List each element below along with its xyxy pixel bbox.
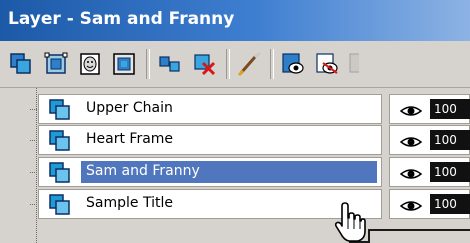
layer-name-box[interactable]: Heart Frame [81,129,377,151]
delete-layer-icon[interactable] [191,51,217,77]
toolbar-separator [226,49,230,79]
layer-name: Sam and Franny [86,163,200,179]
layer-visibility-cell: 100 [389,189,470,219]
layer-toolbar [0,41,470,88]
layer-tree-lines [0,88,40,243]
toolbar-separator [270,49,274,79]
hand-cursor-icon [334,202,366,242]
layer-visibility-cell: 100 [389,94,470,124]
eye-icon[interactable] [399,166,423,180]
layer-name: Upper Chain [86,100,173,116]
layer-row-upper-chain[interactable]: Upper Chain [38,94,382,124]
window-title: Layer - Sam and Franny [8,9,235,29]
edit-brush-icon[interactable] [237,51,263,77]
raster-layer-icon [49,194,71,216]
more-toolbar-icon[interactable] [347,51,359,77]
new-adjustment-layer-icon[interactable] [111,51,137,77]
tree-branch [30,140,37,141]
new-vector-layer-icon[interactable] [43,51,69,77]
layer-opacity[interactable]: 100 [430,99,470,119]
new-mask-layer-icon[interactable] [77,51,103,77]
layer-opacity[interactable]: 100 [430,130,470,150]
tree-branch [30,204,37,205]
raster-layer-icon [49,130,71,152]
layer-row-heart-frame[interactable]: Heart Frame [38,125,382,155]
tree-branch [30,109,37,110]
eye-icon[interactable] [399,103,423,117]
layer-name-box-selected[interactable]: Sam and Franny [81,161,377,183]
raster-layer-icon [49,99,71,121]
tree-connector [36,88,37,243]
duplicate-layer-icon[interactable] [157,51,183,77]
show-all-layers-icon[interactable] [280,51,306,77]
raster-layer-icon [49,162,71,184]
layer-list: Upper Chain 100 Heart Frame 100 Sam and … [0,88,470,243]
hide-all-layers-icon[interactable] [314,51,340,77]
title-bar[interactable]: Layer - Sam and Franny [0,0,470,41]
layer-visibility-cell: 100 [389,157,470,187]
eye-icon[interactable] [399,198,423,212]
layer-name-box[interactable]: Upper Chain [81,98,377,120]
toolbar-separator [146,49,150,79]
layer-opacity[interactable]: 100 [430,194,470,214]
layer-name: Sample Title [86,195,173,211]
layer-row-sample-title[interactable]: Sample Title [38,189,382,219]
layer-row-sam-and-franny[interactable]: Sam and Franny [38,157,382,187]
layer-palette-window: Layer - Sam and Franny Upper Chain 100 H… [0,0,470,243]
layer-name: Heart Frame [86,131,174,147]
layer-opacity[interactable]: 100 [430,162,470,182]
tree-branch [30,172,37,173]
layer-visibility-cell: 100 [389,125,470,155]
callout-line [349,229,470,243]
eye-icon[interactable] [399,134,423,148]
new-raster-layer-icon[interactable] [8,51,34,77]
